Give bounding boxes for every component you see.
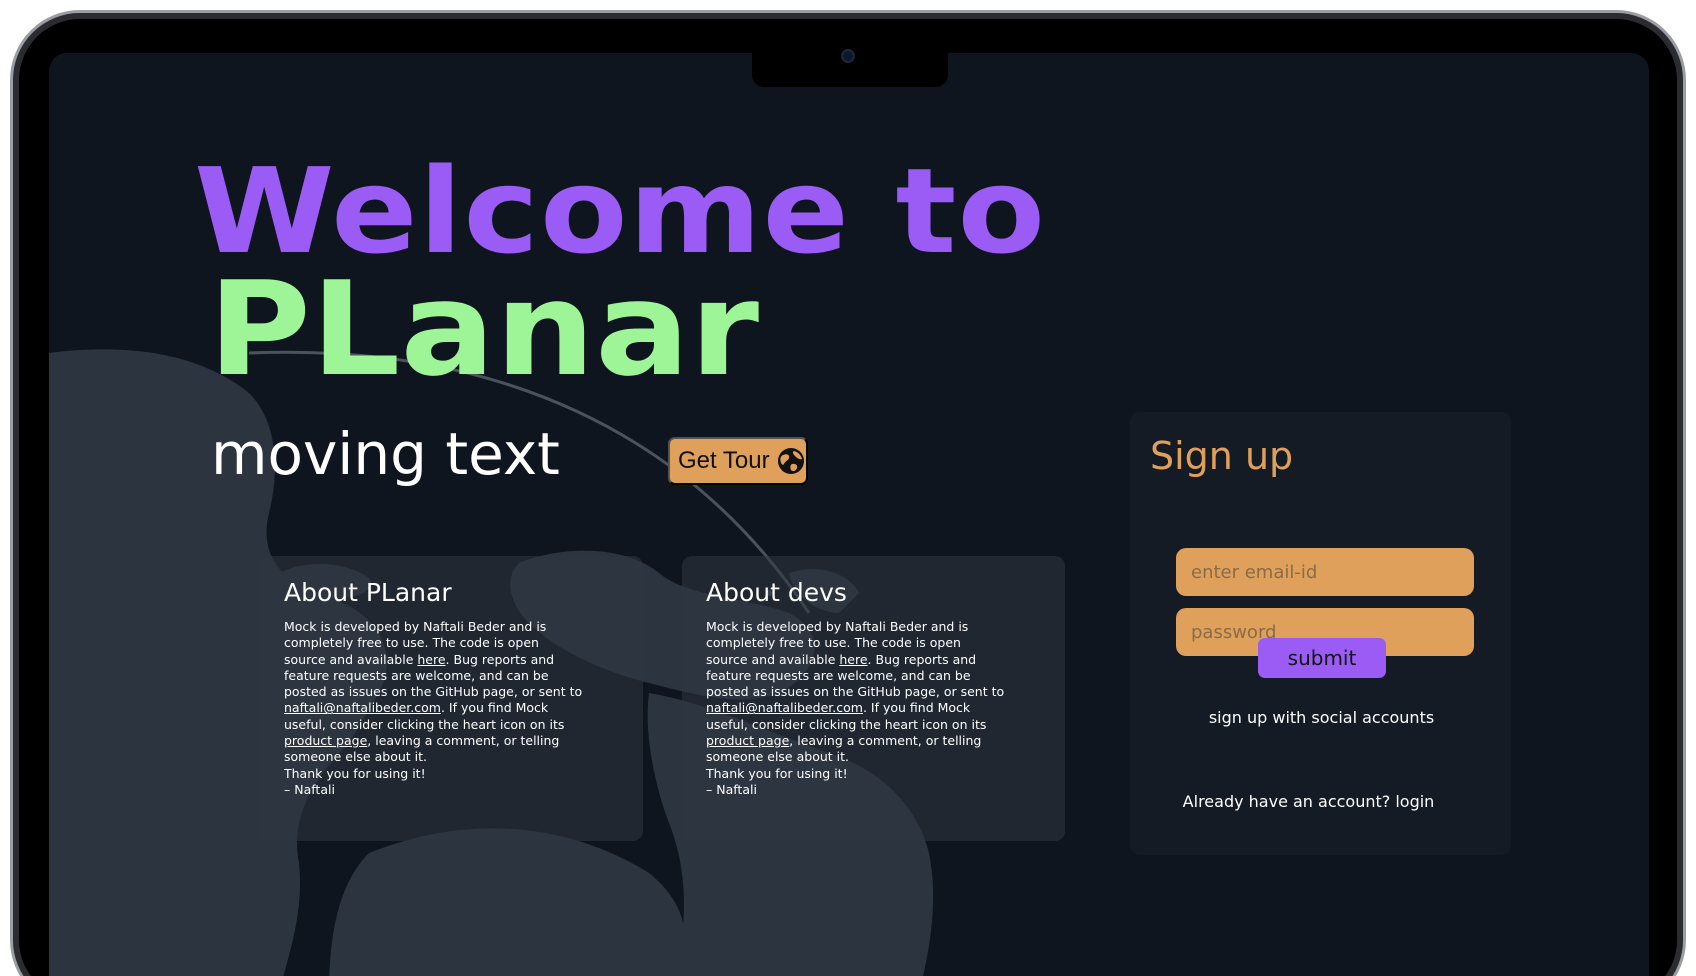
hero-title: Welcome to PLanar bbox=[194, 152, 1045, 394]
source-link[interactable]: here bbox=[839, 652, 867, 667]
signup-title: Sign up bbox=[1150, 434, 1294, 478]
social-signup-link[interactable]: sign up with social accounts bbox=[1130, 708, 1511, 727]
card-title: About PLanar bbox=[284, 578, 452, 607]
camera bbox=[841, 49, 855, 63]
get-tour-button[interactable]: Get Tour bbox=[668, 437, 808, 485]
email-link[interactable]: naftali@naftalibeder.com bbox=[284, 700, 441, 715]
email-input[interactable] bbox=[1176, 548, 1474, 596]
get-tour-label: Get Tour bbox=[678, 447, 770, 474]
about-devs-card: About devs Mock is developed by Naftali … bbox=[682, 556, 1065, 841]
login-link[interactable]: Already have an account? login bbox=[1130, 792, 1511, 811]
signup-panel: Sign up submit sign up with social accou… bbox=[1130, 412, 1511, 855]
product-page-link[interactable]: product page bbox=[284, 733, 367, 748]
card-body: Mock is developed by Naftali Beder and i… bbox=[706, 619, 1005, 797]
email-link[interactable]: naftali@naftalibeder.com bbox=[706, 700, 863, 715]
submit-button[interactable]: submit bbox=[1258, 638, 1386, 678]
moving-tagline: moving text bbox=[211, 420, 560, 488]
globe-icon bbox=[777, 448, 804, 474]
source-link[interactable]: here bbox=[417, 652, 445, 667]
about-planar-card: About PLanar Mock is developed by Naftal… bbox=[260, 556, 643, 841]
product-page-link[interactable]: product page bbox=[706, 733, 789, 748]
hero-title-brand: PLanar bbox=[208, 253, 760, 405]
card-title: About devs bbox=[706, 578, 847, 607]
card-body: Mock is developed by Naftali Beder and i… bbox=[284, 619, 583, 797]
